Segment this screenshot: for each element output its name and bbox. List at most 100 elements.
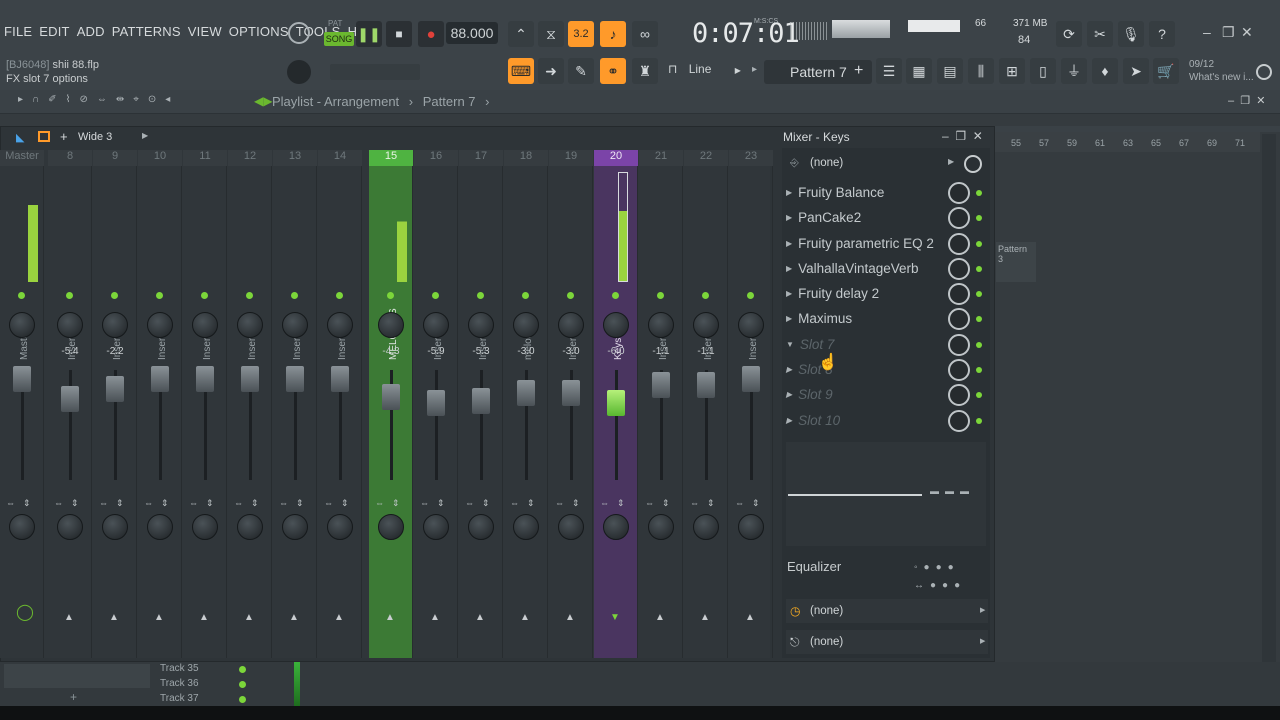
stereo-knob[interactable] xyxy=(423,514,449,540)
track-label[interactable]: Track 36 xyxy=(160,678,250,693)
mixer-strip[interactable]: 14 Insert 14 ⇔⇕ ▲ xyxy=(318,150,362,658)
stereo-arrows-icon[interactable]: ⇔⇕ xyxy=(279,498,312,509)
slot-enable-led[interactable] xyxy=(976,266,982,272)
slot-expand-icon[interactable]: ▶ xyxy=(786,289,792,298)
slot-enable-led[interactable] xyxy=(976,190,982,196)
route-arrow-icon[interactable]: ▲ xyxy=(520,612,530,623)
volume-fader[interactable] xyxy=(472,388,490,414)
pan-knob[interactable] xyxy=(603,312,629,338)
stereo-knob[interactable] xyxy=(558,514,584,540)
close-icon[interactable]: ✕ xyxy=(1241,24,1253,41)
strip-enable-led[interactable] xyxy=(111,292,118,299)
stereo-knob[interactable] xyxy=(603,514,629,540)
volume-fader[interactable] xyxy=(607,390,625,416)
mixer-strip[interactable]: 22 Insert 22 -1.1 ⇔⇕ ▲ xyxy=(684,150,728,658)
browser-icon[interactable]: ⊞ xyxy=(999,58,1025,84)
strip-enable-led[interactable] xyxy=(387,292,394,299)
tune-icon[interactable]: ♦ xyxy=(1092,58,1118,84)
strip-enable-led[interactable] xyxy=(612,292,619,299)
menu-add[interactable]: ADD xyxy=(77,24,105,39)
mixer-strip[interactable]: 10 Insert 10 ⇔⇕ ▲ xyxy=(138,150,182,658)
pan-knob[interactable] xyxy=(57,312,83,338)
song-mode-button[interactable]: SONG xyxy=(324,32,354,46)
pat-mode-label[interactable]: PAT xyxy=(328,19,342,28)
slot-expand-icon[interactable]: ▶ xyxy=(786,314,792,323)
draw-tool-icon[interactable]: ✎ xyxy=(568,58,594,84)
mixer-strip[interactable]: 9 Insert 9 -2.2 ⇔⇕ ▲ xyxy=(93,150,137,658)
route-arrow-icon[interactable]: ▲ xyxy=(475,612,485,623)
volume-fader[interactable] xyxy=(286,366,304,392)
stereo-knob[interactable] xyxy=(57,514,83,540)
slot-enable-led[interactable] xyxy=(976,316,982,322)
stereo-arrows-icon[interactable]: ⇔⇕ xyxy=(6,498,39,509)
strip-enable-led[interactable] xyxy=(66,292,73,299)
input-icon[interactable]: ⎆ xyxy=(790,157,799,170)
pan-knob[interactable] xyxy=(237,312,263,338)
pan-knob[interactable] xyxy=(648,312,674,338)
mixer-strip[interactable]: 17 Insert 17 -5.3 ⇔⇕ ▲ xyxy=(459,150,503,658)
playlist-grid[interactable] xyxy=(995,132,1280,662)
route-arrow-icon[interactable]: ▲ xyxy=(109,612,119,623)
pan-knob[interactable] xyxy=(327,312,353,338)
slot-enable-led[interactable] xyxy=(976,418,982,424)
volume-fader[interactable] xyxy=(151,366,169,392)
strip-enable-led[interactable] xyxy=(201,292,208,299)
stereo-knob[interactable] xyxy=(237,514,263,540)
add-track-icon[interactable]: + xyxy=(70,690,77,704)
pitch-knob[interactable] xyxy=(287,60,311,84)
playhead[interactable] xyxy=(294,662,300,706)
stereo-knob[interactable] xyxy=(147,514,173,540)
file-icon[interactable]: ▯ xyxy=(1030,58,1056,84)
pan-knob[interactable] xyxy=(738,312,764,338)
input-select[interactable]: (none) xyxy=(810,157,843,169)
menu-patterns[interactable]: PATTERNS xyxy=(112,24,181,39)
slot-mix-knob[interactable] xyxy=(948,233,970,255)
news-icon[interactable] xyxy=(1256,64,1272,80)
slot-mix-knob[interactable] xyxy=(948,182,970,204)
strip-enable-led[interactable] xyxy=(522,292,529,299)
slot-mix-knob[interactable] xyxy=(948,283,970,305)
slot-expand-icon[interactable]: ▶ xyxy=(786,390,792,399)
stereo-arrows-icon[interactable]: ⇔⇕ xyxy=(189,498,222,509)
fx-slot-2[interactable]: ▶ PanCake2 xyxy=(786,206,946,228)
volume-fader[interactable] xyxy=(382,384,400,410)
pan-knob[interactable] xyxy=(147,312,173,338)
mixer-strip[interactable]: 21 Insert 21 -1.1 ⇔⇕ ▲ xyxy=(639,150,683,658)
typing-keyboard-icon[interactable]: ⌨ xyxy=(508,58,534,84)
volume-fader[interactable] xyxy=(61,386,79,412)
fx-slot-3[interactable]: ▶ Fruity parametric EQ 2 xyxy=(786,232,946,254)
pan-knob[interactable] xyxy=(102,312,128,338)
slot-mix-knob[interactable] xyxy=(948,258,970,280)
play-button[interactable]: ❚❚ xyxy=(356,21,382,47)
input-arrow-icon[interactable]: ▶ xyxy=(948,157,954,166)
timeline-ruler[interactable]: 55 57 59 61 63 65 67 69 71 xyxy=(995,132,1260,152)
route-arrow-icon[interactable]: ▲ xyxy=(199,612,209,623)
shop-icon[interactable]: 🛒 xyxy=(1153,58,1179,84)
record-button[interactable]: ● xyxy=(418,21,444,47)
strip-enable-led[interactable] xyxy=(567,292,574,299)
menu-edit[interactable]: EDIT xyxy=(39,24,69,39)
stereo-knob[interactable] xyxy=(513,514,539,540)
slot-mix-knob[interactable] xyxy=(948,384,970,406)
strip-enable-led[interactable] xyxy=(477,292,484,299)
menu-view[interactable]: VIEW xyxy=(188,24,222,39)
stereo-arrows-icon[interactable]: ⇔⇕ xyxy=(510,498,543,509)
pan-knob[interactable] xyxy=(9,312,35,338)
pan-knob[interactable] xyxy=(423,312,449,338)
route-arrow-icon[interactable]: ▼ xyxy=(610,612,620,623)
route-arrow-icon[interactable]: ▲ xyxy=(430,612,440,623)
fx-slot-7[interactable]: ▼ Slot 7 xyxy=(786,333,946,355)
stereo-arrows-icon[interactable]: ⇔⇕ xyxy=(555,498,588,509)
plugin-icon[interactable]: ⏚ xyxy=(1061,58,1087,84)
route-arrow-icon[interactable]: ▲ xyxy=(154,612,164,623)
stereo-knob[interactable] xyxy=(282,514,308,540)
volume-fader[interactable] xyxy=(652,372,670,398)
slot-enable-led[interactable] xyxy=(976,215,982,221)
mixer-preset[interactable]: Wide 3 xyxy=(78,131,112,143)
pattern-clip[interactable]: Pattern 3 xyxy=(996,242,1036,282)
menu-file[interactable]: FILE xyxy=(4,24,32,39)
track-label[interactable]: Track 35 xyxy=(160,663,250,678)
mixer-strip[interactable]: 11 Insert 11 ⇔⇕ ▲ xyxy=(183,150,227,658)
fx-slot-4[interactable]: ▶ ValhallaVintageVerb xyxy=(786,257,946,279)
strip-enable-led[interactable] xyxy=(156,292,163,299)
